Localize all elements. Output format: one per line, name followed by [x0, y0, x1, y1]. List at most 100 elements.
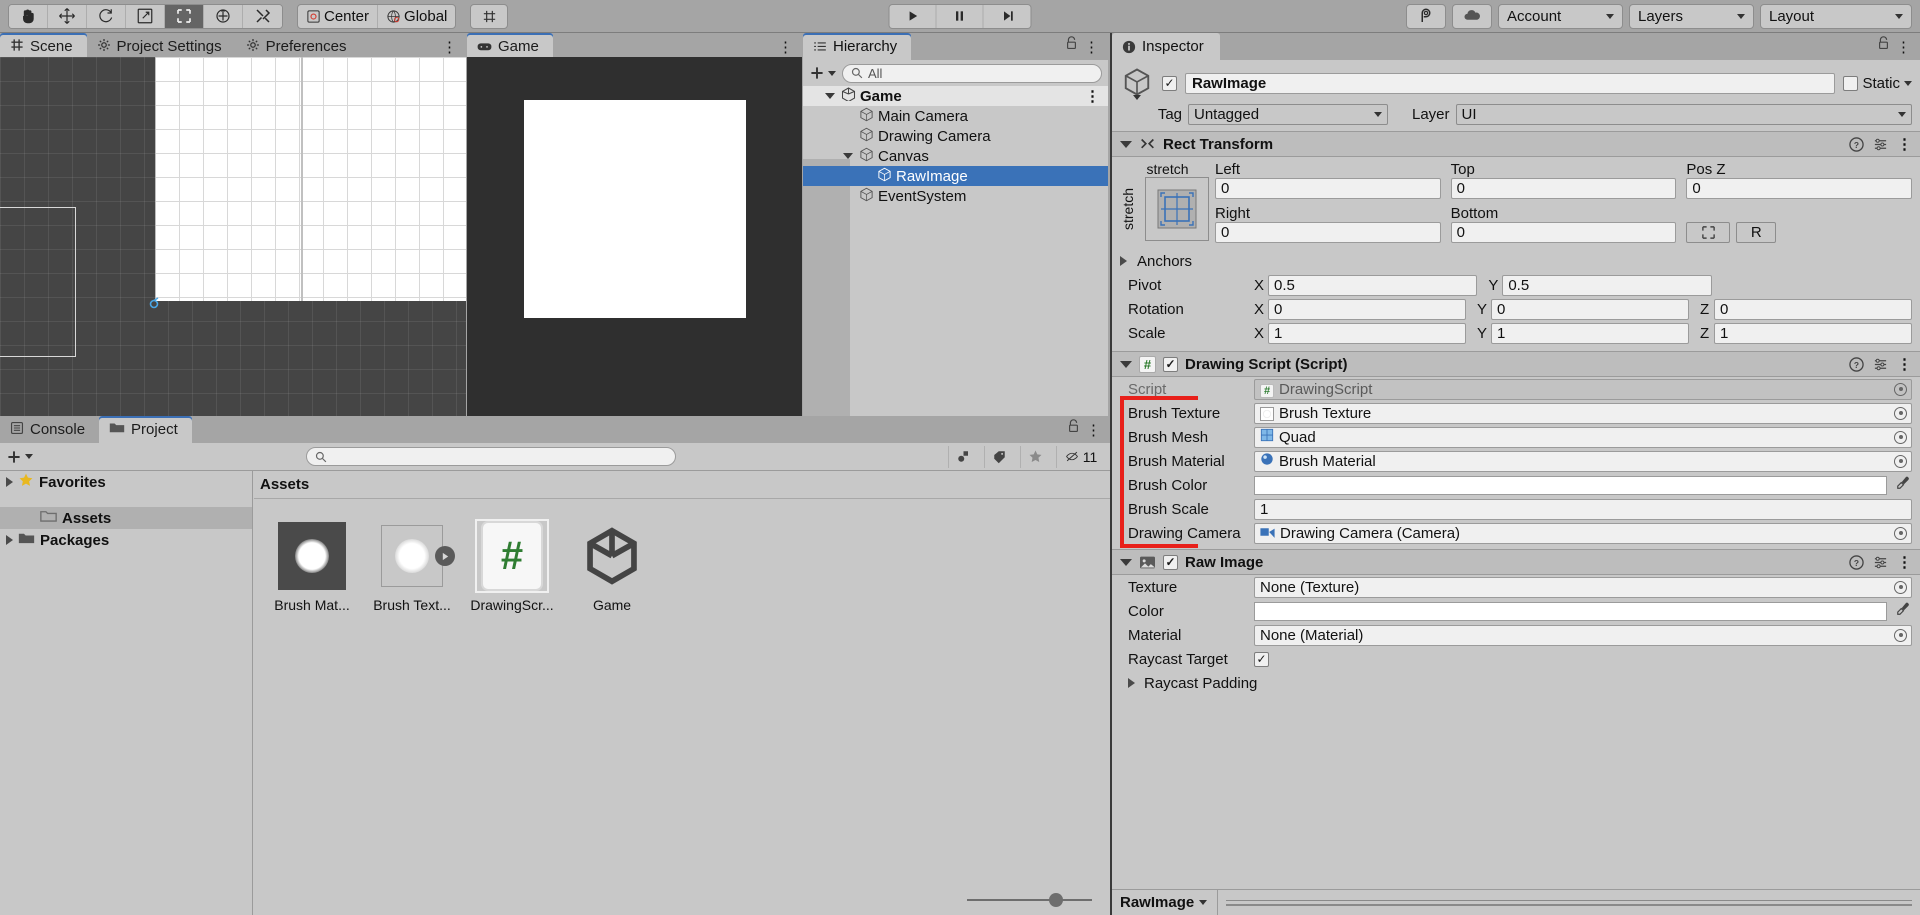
tag-dropdown[interactable]: Untagged	[1188, 104, 1388, 125]
object-picker-icon[interactable]	[1894, 628, 1907, 642]
pivot-handle-icon[interactable]	[148, 297, 159, 309]
account-dropdown[interactable]: Account	[1498, 3, 1623, 29]
scale-y-field[interactable]: 1	[1491, 322, 1689, 344]
create-asset-button[interactable]	[6, 449, 33, 465]
raw-image-foldout-icon[interactable]	[1120, 558, 1132, 566]
hierarchy-item[interactable]: Drawing Camera	[803, 126, 1108, 146]
custom-editor-tool[interactable]	[243, 4, 282, 28]
raw-edit-mode-button[interactable]: R	[1736, 222, 1777, 243]
asset-item[interactable]: Brush Mat...	[274, 521, 350, 613]
tab-console[interactable]: Console	[0, 416, 100, 443]
gameobject-icon-chevron[interactable]	[1133, 94, 1141, 100]
help-icon[interactable]: ?	[1849, 136, 1864, 152]
drawing-script-header[interactable]: # ✓ Drawing Script (Script) ? ⋮	[1112, 351, 1920, 377]
rect-transform-header[interactable]: Rect Transform ? ⋮	[1112, 131, 1920, 157]
hierarchy-lock-icon[interactable]	[1065, 36, 1078, 54]
object-field[interactable]: Drawing Camera (Camera)	[1254, 522, 1912, 544]
pivot-mode-button[interactable]: Center	[298, 4, 379, 28]
help-icon[interactable]: ?	[1849, 554, 1864, 570]
object-picker-icon[interactable]	[1894, 430, 1907, 444]
scene-viewport[interactable]	[0, 57, 466, 416]
preset-icon[interactable]	[1873, 137, 1888, 152]
zoom-slider-knob[interactable]	[1049, 893, 1063, 907]
anchors-foldout-row[interactable]: Anchors	[1112, 249, 1920, 273]
layers-dropdown[interactable]: Layers	[1629, 3, 1754, 29]
anchors-foldout-icon[interactable]	[1120, 256, 1127, 266]
gameobject-name-field[interactable]: RawImage	[1185, 72, 1836, 94]
top-field[interactable]: 0	[1450, 178, 1677, 199]
move-tool[interactable]	[48, 4, 87, 28]
rect-tool[interactable]	[165, 4, 204, 28]
tab-game[interactable]: Game	[467, 33, 553, 60]
collab-icon[interactable]	[1406, 3, 1446, 29]
object-field[interactable]: Brush Material	[1254, 450, 1912, 472]
preset-icon[interactable]	[1873, 555, 1888, 570]
project-folder-tree[interactable]: Favorites Assets Packages	[0, 471, 253, 915]
object-field[interactable]: Quad	[1254, 426, 1912, 448]
scene-context-menu-icon[interactable]: ⋮	[1085, 87, 1100, 105]
hierarchy-menu-icon[interactable]: ⋮	[1084, 38, 1100, 56]
expand-triangle-icon[interactable]	[825, 93, 835, 99]
favorites-star-icon[interactable]	[1020, 445, 1050, 468]
drawing-script-enabled-checkbox[interactable]: ✓	[1163, 356, 1178, 372]
posz-field[interactable]: 0	[1686, 178, 1913, 199]
color-field[interactable]	[1254, 475, 1887, 495]
grid-snapping-button[interactable]	[470, 3, 509, 29]
raw-image-enabled-checkbox[interactable]: ✓	[1163, 554, 1178, 570]
tab-scene[interactable]: Scene	[0, 33, 87, 60]
transform-tool[interactable]	[204, 4, 243, 28]
asset-preview-play-icon[interactable]	[435, 546, 455, 566]
raw-image-menu-icon[interactable]: ⋮	[1897, 553, 1912, 571]
object-picker-icon[interactable]	[1894, 526, 1907, 540]
hierarchy-search-input[interactable]: All	[842, 63, 1102, 83]
chevron-down-icon[interactable]	[1904, 80, 1912, 86]
step-button[interactable]	[983, 4, 1031, 28]
eyedropper-icon[interactable]	[1896, 602, 1912, 620]
preset-icon[interactable]	[1873, 357, 1888, 372]
asset-zoom-slider[interactable]	[967, 893, 1092, 907]
hidden-assets-indicator[interactable]: 11	[1056, 445, 1104, 468]
hierarchy-item[interactable]: Main Camera	[803, 106, 1108, 126]
property-checkbox[interactable]: ✓	[1254, 651, 1269, 667]
help-icon[interactable]: ?	[1849, 356, 1864, 372]
static-toggle[interactable]: Static	[1843, 75, 1912, 92]
eyedropper-icon[interactable]	[1896, 476, 1912, 494]
scale-tool[interactable]	[126, 4, 165, 28]
right-field[interactable]: 0	[1215, 222, 1441, 243]
inspector-lock-icon[interactable]	[1877, 36, 1890, 54]
object-field[interactable]: None (Texture)	[1254, 576, 1912, 598]
project-search-input[interactable]	[305, 447, 676, 466]
play-button[interactable]	[889, 4, 937, 28]
game-viewport[interactable]	[467, 57, 802, 416]
left-field[interactable]: 0	[1215, 178, 1441, 199]
cloud-icon[interactable]	[1452, 3, 1492, 29]
scale-z-field[interactable]: 1	[1714, 322, 1912, 344]
expand-triangle-icon[interactable]	[6, 477, 13, 487]
pivot-x-field[interactable]: 0.5	[1268, 274, 1478, 296]
static-checkbox[interactable]	[1843, 75, 1859, 91]
tab-inspector[interactable]: Inspector	[1112, 33, 1220, 60]
color-field[interactable]	[1254, 601, 1887, 621]
drawing-script-foldout-icon[interactable]	[1120, 360, 1132, 368]
raw-image-header[interactable]: ✓ Raw Image ? ⋮	[1112, 549, 1920, 575]
scene-panel-menu-icon[interactable]: ⋮	[442, 38, 458, 56]
hierarchy-item[interactable]: Canvas	[803, 146, 1108, 166]
text-field[interactable]: 1	[1254, 498, 1912, 520]
rect-transform-foldout-icon[interactable]	[1120, 140, 1132, 148]
pause-button[interactable]	[936, 4, 984, 28]
blueprint-mode-button[interactable]	[1686, 222, 1731, 243]
asset-item[interactable]: Brush Text...	[373, 521, 455, 613]
anchor-preset-button[interactable]	[1145, 177, 1209, 241]
game-panel-menu-icon[interactable]: ⋮	[778, 38, 794, 56]
rotation-z-field[interactable]: 0	[1714, 298, 1912, 320]
inspector-footer-object[interactable]: RawImage	[1120, 890, 1219, 915]
tab-preferences[interactable]: Preferences	[235, 33, 361, 60]
asset-item[interactable]: Game	[576, 521, 648, 613]
project-menu-icon[interactable]: ⋮	[1086, 421, 1102, 439]
scale-x-field[interactable]: 1	[1268, 322, 1466, 344]
object-picker-icon[interactable]	[1894, 580, 1907, 594]
filter-by-label-icon[interactable]	[984, 445, 1014, 468]
raycast-padding-foldout-icon[interactable]	[1128, 678, 1135, 688]
hierarchy-item-selected[interactable]: RawImage	[803, 166, 1108, 186]
object-picker-icon[interactable]	[1894, 382, 1907, 396]
